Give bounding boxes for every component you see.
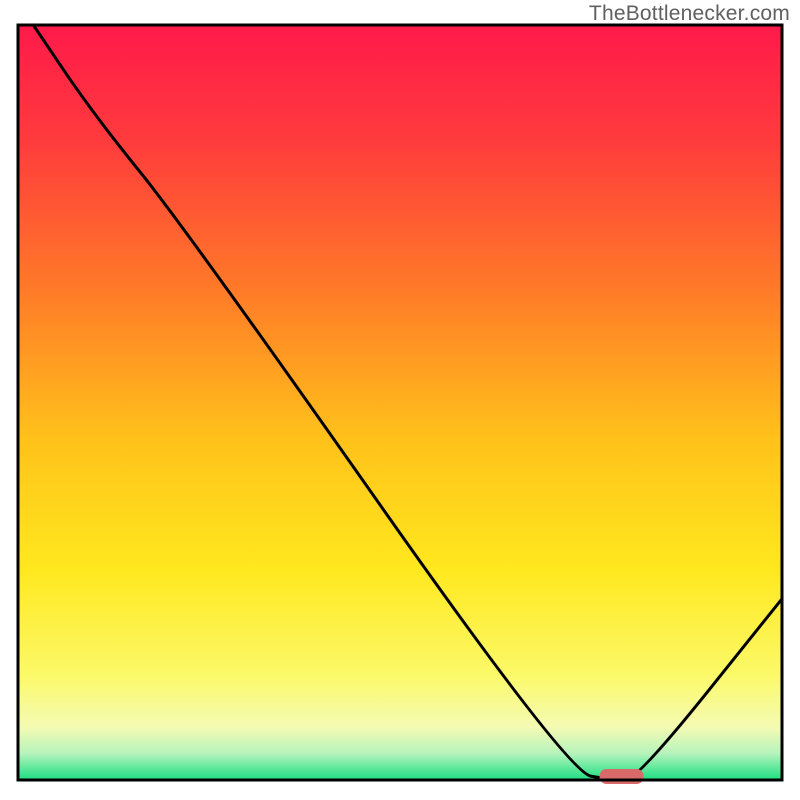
plot-area [18, 25, 782, 784]
gradient-background [18, 25, 782, 780]
bottleneck-chart: TheBottlenecker.com [0, 0, 800, 800]
optimal-marker [600, 769, 644, 784]
chart-svg [0, 0, 800, 800]
watermark-label: TheBottlenecker.com [589, 2, 790, 26]
